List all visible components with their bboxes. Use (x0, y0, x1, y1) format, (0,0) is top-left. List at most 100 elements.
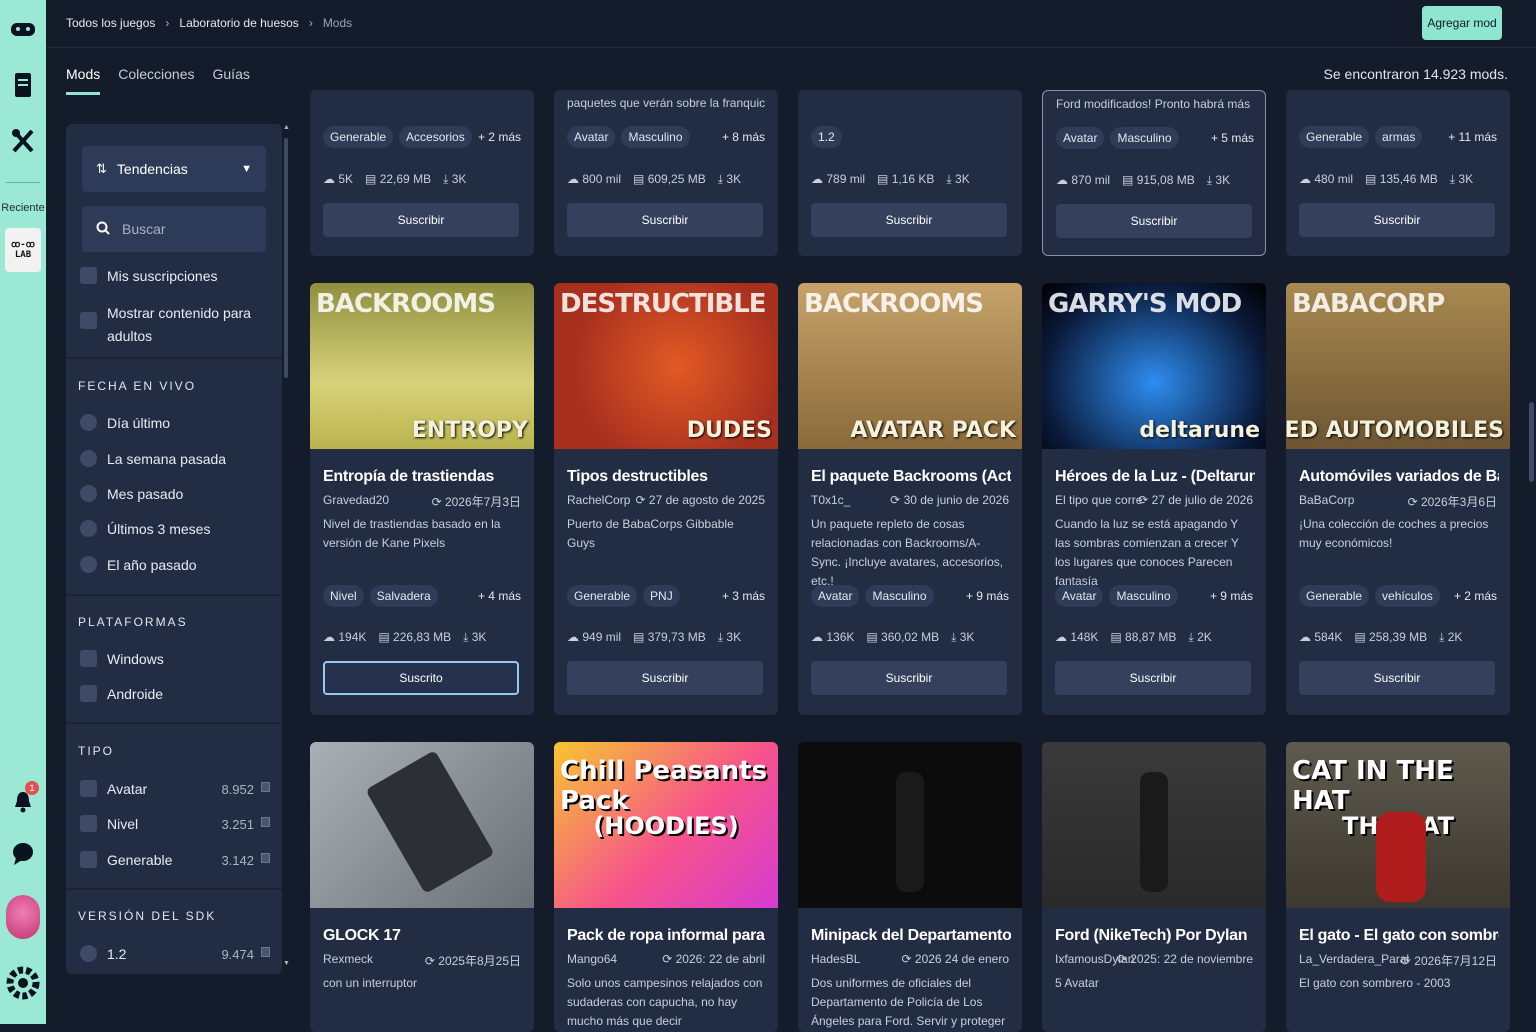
search-input[interactable]: Buscar (82, 206, 266, 252)
tag-chip[interactable]: PNJ (643, 585, 680, 607)
more-tags[interactable]: + 4 más (478, 589, 521, 603)
subscribe-button[interactable]: Suscribir (811, 661, 1007, 695)
mod-author[interactable]: El tipo que corre (1055, 493, 1142, 507)
checkbox-box[interactable] (80, 267, 97, 284)
tag-chip[interactable]: Avatar (1056, 127, 1105, 149)
mod-thumbnail[interactable]: BACKROOMS AVATAR PACK (798, 283, 1022, 449)
book-icon[interactable] (0, 72, 46, 98)
mod-card[interactable]: Ford (NikeTech) Por Dylan IxfamousDylan ⟳ … (1042, 742, 1266, 1032)
scroll-down-icon[interactable]: ▼ (283, 960, 290, 967)
more-tags[interactable]: + 9 más (1210, 589, 1253, 603)
mod-author[interactable]: BaBaCorp (1299, 493, 1354, 507)
tag-chip[interactable]: armas (1375, 126, 1423, 148)
mod-card[interactable]: BACKROOMS ENTROPY Entropía de trastiendas G… (310, 283, 534, 715)
platform-option[interactable]: Androide (80, 685, 163, 702)
more-tags[interactable]: + 2 más (478, 130, 521, 144)
mod-card[interactable]: BABACORP ASSORTED AUTOMOBILES Automóviles … (1286, 283, 1510, 715)
mod-card[interactable]: DESTRUCTIBLE DUDES Tipos destructibles Rach… (554, 283, 778, 715)
recent-game-thumbnail[interactable]: ꝏ‑ꝏ LAB (5, 228, 41, 272)
subscribe-button[interactable]: Suscribir (811, 203, 1007, 237)
date-option[interactable]: El año pasado (80, 556, 197, 573)
mod-title[interactable]: Ford (NikeTech) Por Dylan (1055, 927, 1255, 945)
tag-chip[interactable]: vehículos (1375, 585, 1440, 607)
date-option[interactable]: Día último (80, 414, 170, 431)
mod-thumbnail[interactable] (1042, 742, 1266, 908)
mod-card[interactable]: GARRY'S MOD deltarune Héroes de la Luz - (… (1042, 283, 1266, 715)
mod-card[interactable]: Generable Accesorios + 2 más ☁ 5K ▤ 22,69 MB… (310, 90, 534, 256)
radio[interactable] (80, 485, 97, 502)
subscribe-button[interactable]: Suscribir (1299, 203, 1495, 237)
mod-author[interactable]: La_Verdadera_Parabollaa (1299, 952, 1409, 966)
mod-author[interactable]: Mango64 (567, 952, 677, 966)
sidebar-scrollbar[interactable]: ▲ ▼ (283, 124, 290, 968)
mod-card[interactable]: Minipack del Departamento ... HadesBL ⟳ 20… (798, 742, 1022, 1032)
chat-icon[interactable] (0, 842, 46, 866)
radio[interactable] (80, 414, 97, 431)
settings-icon[interactable] (0, 962, 46, 1004)
mod-thumbnail[interactable]: CAT IN THE HAT THE CAT (1286, 742, 1510, 908)
more-tags[interactable]: + 5 más (1211, 131, 1254, 145)
tag-chip[interactable]: 1.2 (811, 126, 842, 148)
tools-icon[interactable] (0, 128, 46, 154)
tag-chip[interactable]: Salvadera (369, 585, 438, 607)
tag-chip[interactable]: Generable (1299, 126, 1370, 148)
mod-author[interactable]: T0x1c_ (811, 493, 850, 507)
subscribe-button[interactable]: Suscribir (323, 203, 519, 237)
bell-icon[interactable] (0, 790, 46, 814)
date-option[interactable]: Últimos 3 meses (80, 520, 210, 537)
tab-collections[interactable]: Colecciones (118, 66, 194, 95)
mod-title[interactable]: El paquete Backrooms (Actu... (811, 468, 1011, 486)
mod-card[interactable]: 1.2 ☁ 789 mil ▤ 1,16 KB ⤓ 3K Suscribir (798, 90, 1022, 256)
subscribe-button[interactable]: Suscribir (1056, 204, 1252, 238)
mod-card[interactable]: GLOCK 17 Rexmeck ⟳ 2025年8月25日 con un interr… (310, 742, 534, 1032)
mod-card[interactable]: Generable armas + 11 más ☁ 480 mil ▤ 135,46 … (1286, 90, 1510, 256)
add-mod-button[interactable]: Agregar mod (1422, 6, 1502, 40)
tag-chip[interactable]: Nivel (323, 585, 364, 607)
sdk-option[interactable]: 1.2 (80, 945, 126, 962)
subscribe-button[interactable]: Suscribir (567, 203, 763, 237)
checkbox-box[interactable] (80, 851, 97, 868)
type-option[interactable]: Generable (80, 851, 172, 868)
checkbox-box[interactable] (80, 780, 97, 797)
mod-card[interactable]: BACKROOMS AVATAR PACK El paquete Backrooms… (798, 283, 1022, 715)
subscribe-button[interactable]: Suscrito (323, 661, 519, 695)
mod-author[interactable]: RachelCorp (567, 493, 630, 507)
mod-thumbnail[interactable]: DESTRUCTIBLE DUDES (554, 283, 778, 449)
mod-title[interactable]: Minipack del Departamento ... (811, 927, 1011, 945)
mod-title[interactable]: GLOCK 17 (323, 927, 523, 945)
subscribe-button[interactable]: Suscribir (1299, 661, 1495, 695)
type-option[interactable]: Nivel (80, 815, 138, 832)
tab-mods[interactable]: Mods (66, 66, 101, 95)
more-tags[interactable]: + 8 más (722, 130, 765, 144)
user-avatar[interactable] (6, 895, 40, 939)
mod-card[interactable]: paquetes que verán sobre la franquicia. … (554, 90, 778, 256)
tag-chip[interactable]: Masculino (1109, 585, 1178, 607)
tag-chip[interactable]: Avatar (567, 126, 616, 148)
more-tags[interactable]: + 11 más (1448, 130, 1497, 144)
mod-title[interactable]: Héroes de la Luz - (Deltarune... (1055, 468, 1255, 486)
radio[interactable] (80, 450, 97, 467)
checkbox-box[interactable] (80, 650, 97, 667)
mod-thumbnail[interactable] (310, 742, 534, 908)
date-option[interactable]: La semana pasada (80, 450, 226, 467)
mod-card[interactable]: Chill Peasants Pack (HOODIES) Pack de ropa… (554, 742, 778, 1032)
platform-option[interactable]: Windows (80, 650, 164, 667)
radio[interactable] (80, 556, 97, 573)
type-option[interactable]: Avatar (80, 780, 147, 797)
breadcrumb-all-games[interactable]: Todos los juegos (66, 16, 155, 30)
mod-title[interactable]: Tipos destructibles (567, 468, 767, 486)
mod-author[interactable]: Gravedad20 (323, 493, 389, 507)
tag-chip[interactable]: Generable (567, 585, 638, 607)
radio[interactable] (80, 520, 97, 537)
radio[interactable] (80, 945, 97, 962)
mod-thumbnail[interactable]: BABACORP ASSORTED AUTOMOBILES (1286, 283, 1510, 449)
mod-title[interactable]: Entropía de trastiendas (323, 468, 523, 486)
more-tags[interactable]: + 9 más (966, 589, 1009, 603)
scroll-up-icon[interactable]: ▲ (283, 124, 290, 131)
checkbox-box[interactable] (80, 815, 97, 832)
mod-thumbnail[interactable] (798, 742, 1022, 908)
mod-title[interactable]: El gato - El gato con sombrero (1299, 927, 1499, 945)
my-subscriptions-checkbox[interactable]: Mis suscripciones (80, 267, 217, 284)
adult-content-checkbox[interactable]: Mostrar contenido para adultos (80, 302, 251, 348)
mod-card[interactable]: Ford modificados! Pronto habrá más :D Ava… (1042, 90, 1266, 256)
